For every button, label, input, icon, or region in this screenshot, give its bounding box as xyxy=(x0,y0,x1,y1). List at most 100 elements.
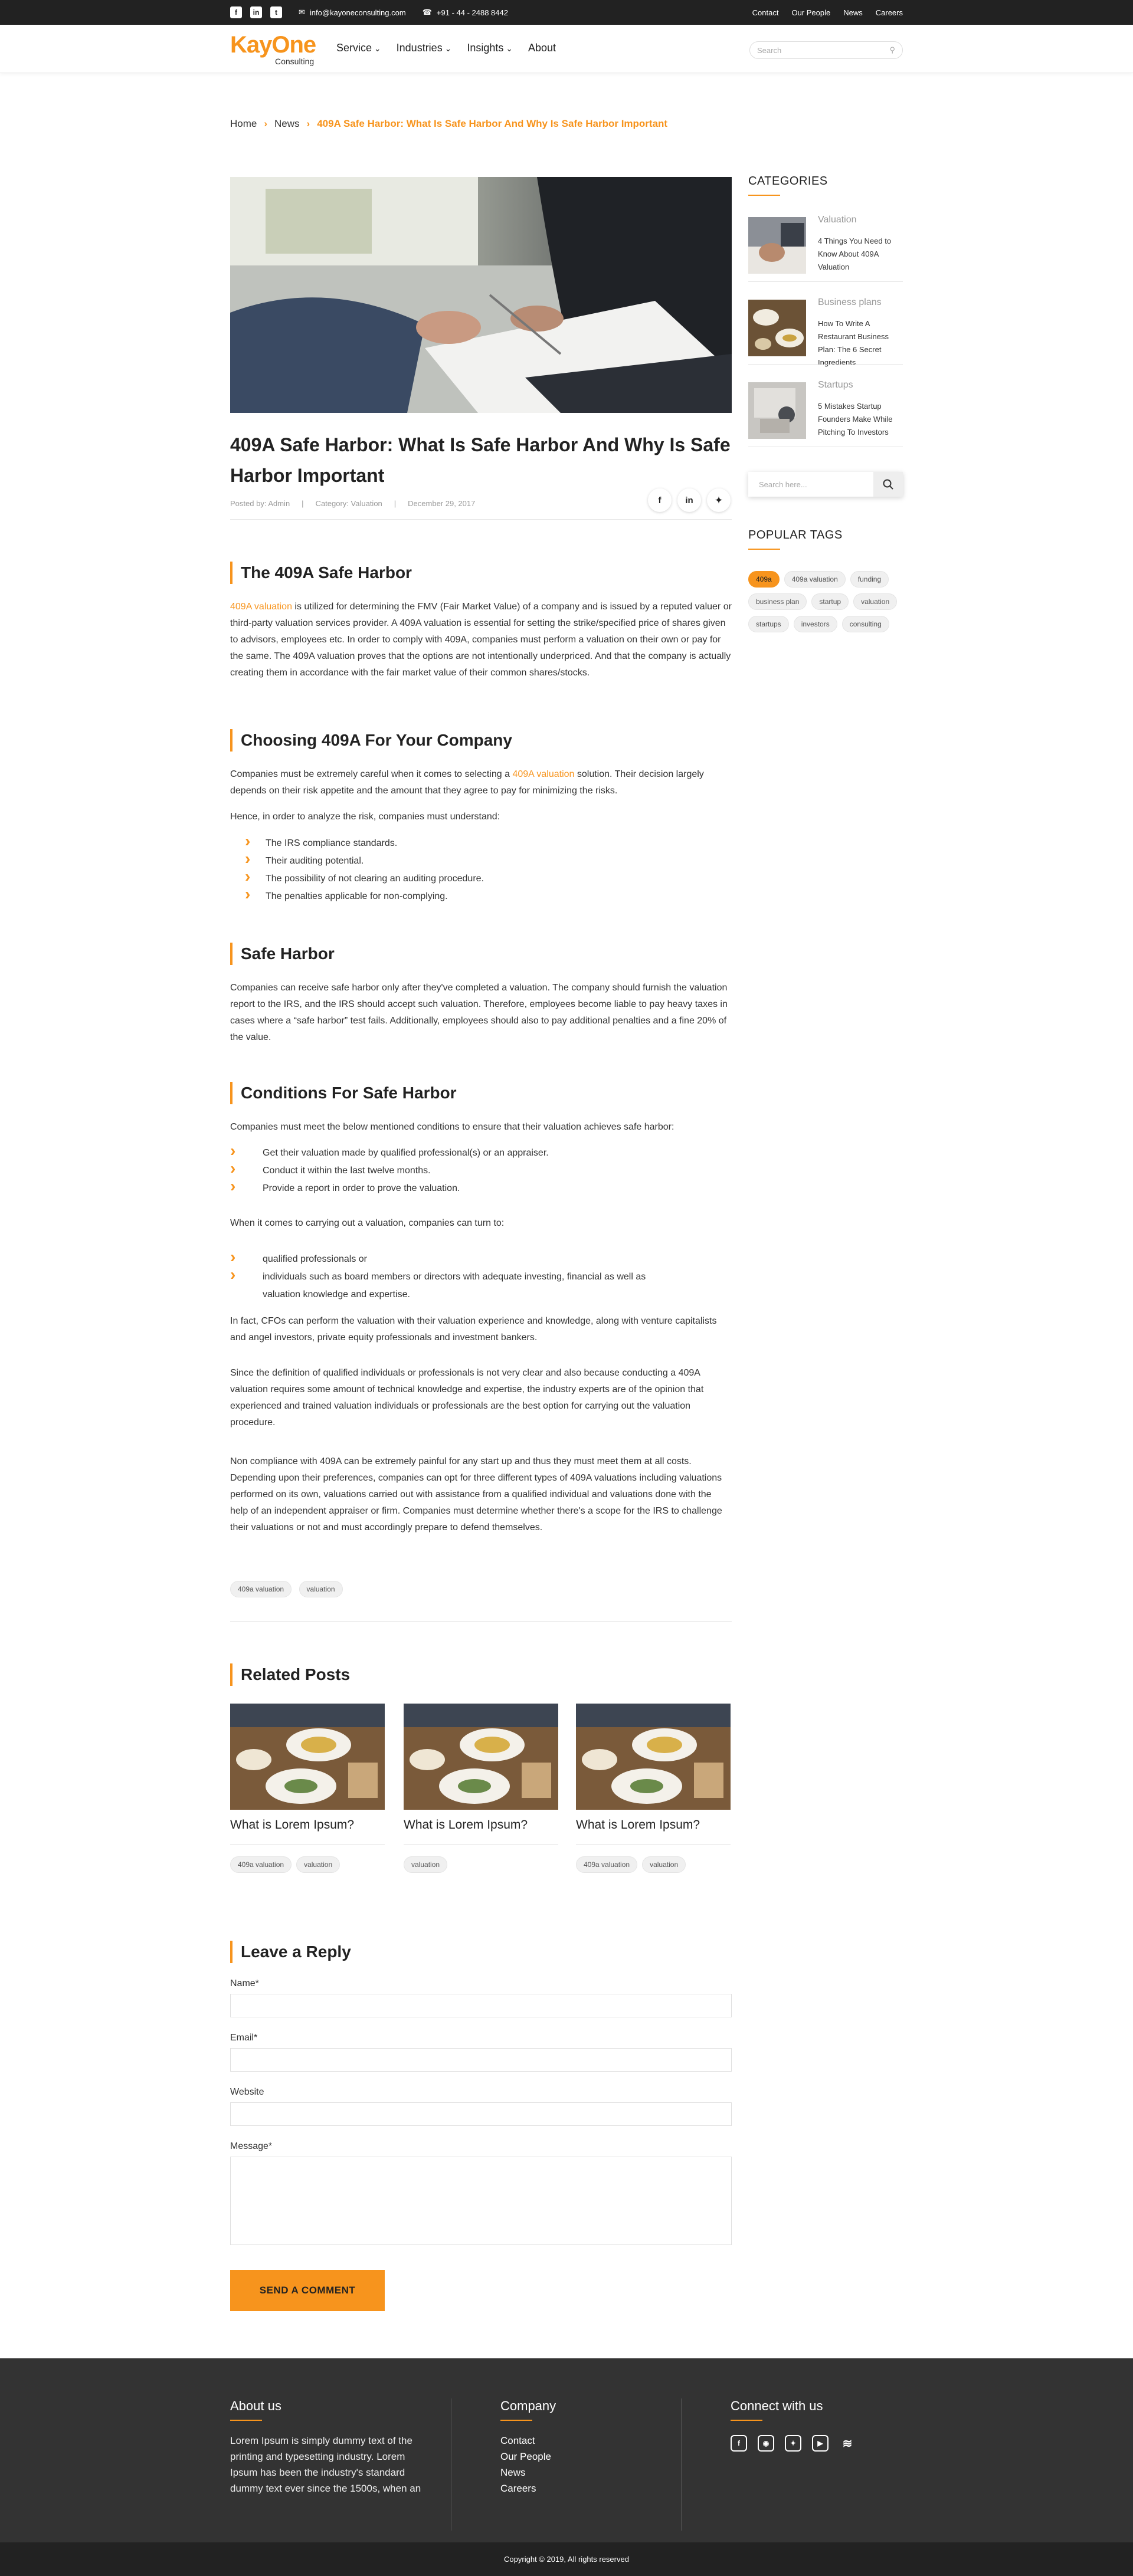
category-item[interactable]: Business plans How To Write A Restaurant… xyxy=(748,297,903,367)
409a-valuation-link[interactable]: 409A valuation xyxy=(512,769,574,779)
footer-link-careers[interactable]: Careers xyxy=(500,2480,551,2496)
tag[interactable]: startup xyxy=(811,593,849,610)
mail-icon: ✉ xyxy=(299,8,305,17)
footer-link-news[interactable]: News xyxy=(500,2465,551,2480)
post-category[interactable]: Category: Valuation xyxy=(316,499,382,508)
related-post-title[interactable]: What is Lorem Ipsum? xyxy=(230,1818,385,1836)
rss-icon[interactable]: ≋ xyxy=(839,2435,856,2452)
nav-service[interactable]: Service xyxy=(336,42,381,54)
post-hero-image xyxy=(230,177,732,413)
chevron-right-icon: › xyxy=(306,118,310,129)
tag[interactable]: valuation xyxy=(853,593,898,610)
search-icon[interactable]: ⚲ xyxy=(889,45,895,55)
category-post-title[interactable]: How To Write A Restaurant Business Plan:… xyxy=(818,317,903,369)
list-item: The possibility of not clearing an audit… xyxy=(245,868,717,888)
instagram-icon[interactable]: ◉ xyxy=(758,2435,774,2452)
linkedin-icon[interactable]: in xyxy=(250,6,262,18)
top-link-careers[interactable]: Careers xyxy=(876,8,903,17)
category-thumbnail[interactable] xyxy=(748,382,806,439)
related-post-card[interactable]: What is Lorem Ipsum? 409a valuation valua… xyxy=(576,1704,731,1873)
twitter-icon[interactable]: ✦ xyxy=(785,2435,801,2452)
twitter-share-icon[interactable]: ✦ xyxy=(707,488,731,512)
category-item[interactable]: Startups 5 Mistakes Startup Founders Mak… xyxy=(748,380,903,447)
linkedin-share-icon[interactable]: in xyxy=(677,488,701,512)
tag[interactable]: 409a valuation xyxy=(230,1581,292,1597)
tag[interactable]: 409a valuation xyxy=(784,571,846,588)
top-bar: f in t ✉ info@kayoneconsulting.com ☎ +91 -… xyxy=(0,0,1133,25)
name-field[interactable] xyxy=(230,1994,732,2017)
tag[interactable]: 409a valuation xyxy=(230,1856,292,1873)
youtube-icon[interactable]: ▶ xyxy=(812,2435,829,2452)
footer-company-links: Contact Our People News Careers xyxy=(500,2433,551,2496)
phone-icon: ☎ xyxy=(422,8,432,17)
footer-about-text: Lorem Ipsum is simply dummy text of the … xyxy=(230,2435,421,2494)
tag[interactable]: 409a xyxy=(748,571,780,588)
related-post-image[interactable] xyxy=(576,1704,731,1810)
logo[interactable]: KayOne Consulting xyxy=(230,33,319,66)
breadcrumb-current: 409A Safe Harbor: What Is Safe Harbor An… xyxy=(317,118,668,129)
footer-link-contact[interactable]: Contact xyxy=(500,2433,551,2449)
category-name[interactable]: Startups xyxy=(818,380,853,390)
nav-about[interactable]: About xyxy=(528,42,556,54)
related-post-image[interactable] xyxy=(230,1704,385,1810)
facebook-share-icon[interactable]: f xyxy=(648,488,672,512)
category-post-title[interactable]: 5 Mistakes Startup Founders Make While P… xyxy=(818,400,903,439)
related-post-title[interactable]: What is Lorem Ipsum? xyxy=(404,1818,558,1836)
post-author[interactable]: Posted by: Admin xyxy=(230,499,290,508)
main-nav: Service Industries Insights About xyxy=(336,42,556,54)
category-post-title[interactable]: 4 Things You Need to Know About 409A Val… xyxy=(818,235,903,274)
top-link-our-people[interactable]: Our People xyxy=(791,8,830,17)
facebook-icon[interactable]: f xyxy=(731,2435,747,2452)
nav-industries[interactable]: Industries xyxy=(397,42,452,54)
email-field[interactable] xyxy=(230,2048,732,2072)
twitter-icon[interactable]: t xyxy=(270,6,282,18)
top-link-news[interactable]: News xyxy=(843,8,863,17)
list-item: Conduct it within the last twelve months… xyxy=(230,1160,702,1180)
tag[interactable]: 409a valuation xyxy=(576,1856,638,1873)
header-search-input[interactable]: Search ⚲ xyxy=(749,41,903,59)
top-link-contact[interactable]: Contact xyxy=(752,8,779,17)
footer-link-our-people[interactable]: Our People xyxy=(500,2449,551,2465)
tag[interactable]: consulting xyxy=(841,616,889,632)
related-post-card[interactable]: What is Lorem Ipsum? valuation xyxy=(404,1704,558,1873)
tag[interactable]: business plan xyxy=(748,593,807,610)
facebook-icon[interactable]: f xyxy=(230,6,242,18)
tag[interactable]: valuation xyxy=(404,1856,448,1873)
divider xyxy=(230,1621,732,1622)
category-item[interactable]: Valuation 4 Things You Need to Know Abou… xyxy=(748,215,903,282)
section-paragraph: When it comes to carrying out a valuatio… xyxy=(230,1218,505,1228)
tag[interactable]: investors xyxy=(793,616,837,632)
breadcrumb-news[interactable]: News xyxy=(274,118,300,130)
send-comment-button[interactable]: SEND A COMMENT xyxy=(230,2270,385,2311)
tag[interactable]: valuation xyxy=(642,1856,686,1873)
footer-connect-title: Connect with us xyxy=(731,2398,823,2421)
breadcrumb-home[interactable]: Home xyxy=(230,118,257,130)
list-item: Get their valuation made by qualified pr… xyxy=(230,1142,702,1162)
related-post-card[interactable]: What is Lorem Ipsum? 409a valuation valua… xyxy=(230,1704,385,1873)
list-item: Provide a report in order to prove the v… xyxy=(230,1177,702,1197)
related-post-image[interactable] xyxy=(404,1704,558,1810)
tag[interactable]: startups xyxy=(748,616,789,632)
section-paragraph: Companies must meet the below mentioned … xyxy=(230,1122,674,1132)
website-field[interactable] xyxy=(230,2102,732,2126)
nav-insights[interactable]: Insights xyxy=(467,42,513,54)
popular-tags: 409a 409a valuation fundingbusiness plan st… xyxy=(748,571,903,638)
tag[interactable]: valuation xyxy=(296,1856,340,1873)
leave-reply-title: Leave a Reply xyxy=(230,1941,351,1963)
category-thumbnail[interactable] xyxy=(748,300,806,356)
tag[interactable]: funding xyxy=(850,571,889,588)
related-post-title[interactable]: What is Lorem Ipsum? xyxy=(576,1818,731,1836)
message-field[interactable] xyxy=(230,2157,732,2245)
category-thumbnail[interactable] xyxy=(748,217,806,274)
list-item: qualified professionals or xyxy=(230,1248,679,1268)
chevron-right-icon: › xyxy=(264,118,268,129)
search-icon[interactable] xyxy=(873,472,903,497)
tag[interactable]: valuation xyxy=(299,1581,343,1597)
409a-valuation-link[interactable]: 409A valuation xyxy=(230,602,292,612)
section-title: Conditions For Safe Harbor xyxy=(230,1082,457,1104)
sidebar-search-input[interactable]: Search here... xyxy=(748,472,903,497)
top-phone[interactable]: ☎ +91 - 44 - 2488 8442 xyxy=(423,8,508,17)
category-name[interactable]: Business plans xyxy=(818,297,882,308)
category-name[interactable]: Valuation xyxy=(818,215,857,225)
top-email[interactable]: ✉ info@kayoneconsulting.com xyxy=(299,8,406,17)
